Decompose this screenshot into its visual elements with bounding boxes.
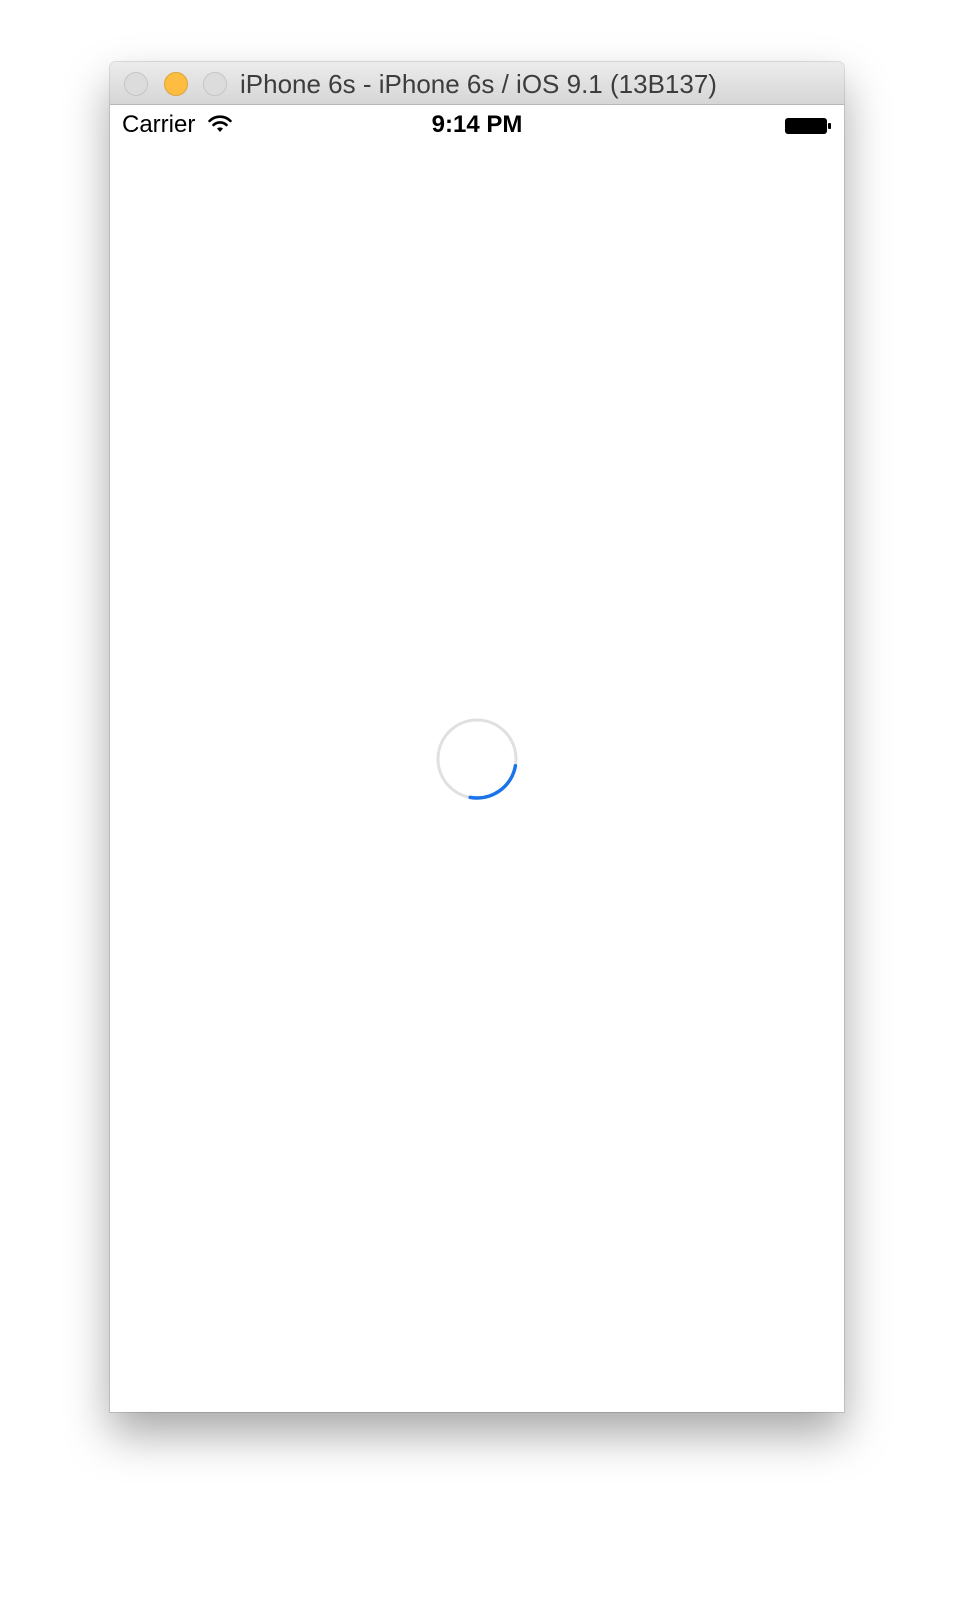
zoom-button[interactable]	[203, 72, 227, 96]
minimize-button[interactable]	[164, 72, 188, 96]
window-titlebar[interactable]: iPhone 6s - iPhone 6s / iOS 9.1 (13B137)	[110, 62, 844, 105]
window-title: iPhone 6s - iPhone 6s / iOS 9.1 (13B137)	[240, 69, 717, 99]
close-button[interactable]	[124, 72, 148, 96]
status-time: 9:14 PM	[431, 111, 523, 138]
battery-icon	[785, 118, 831, 134]
device-screen[interactable]: Carrier 9:14 PM	[110, 105, 844, 1412]
loading-spinner-icon	[436, 718, 518, 800]
status-bar: Carrier 9:14 PM	[110, 105, 844, 145]
simulator-window: iPhone 6s - iPhone 6s / iOS 9.1 (13B137)…	[110, 62, 844, 1412]
